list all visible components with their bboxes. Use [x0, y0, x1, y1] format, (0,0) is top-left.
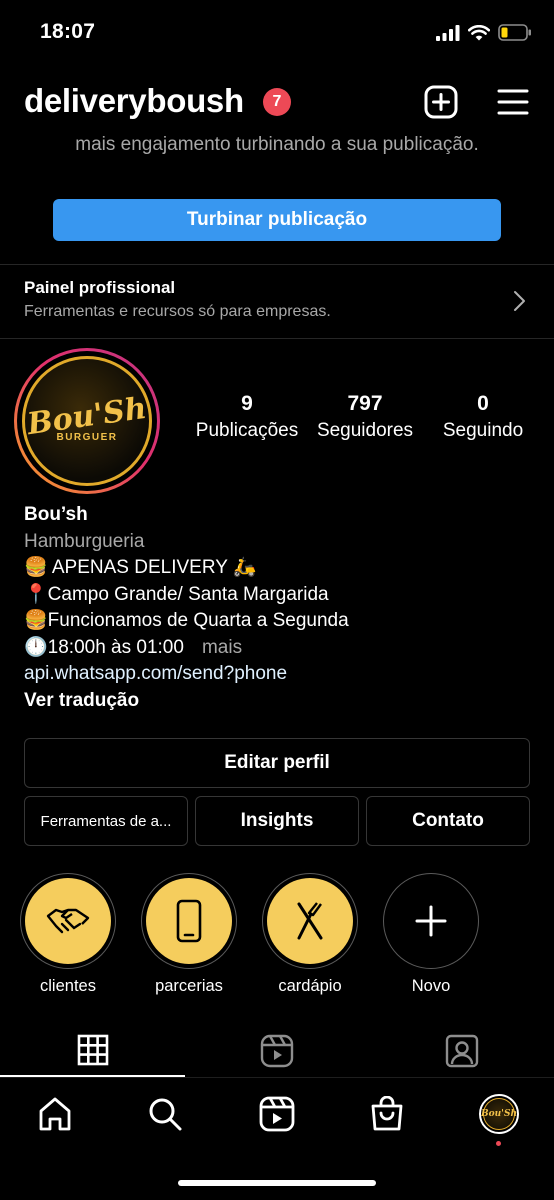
content-tabs: [0, 1030, 554, 1076]
hamburger-menu-icon[interactable]: [497, 87, 529, 117]
stat-posts[interactable]: 9 Publicações: [192, 392, 302, 442]
profile-bio: Bou’sh Hamburgueria 🍔 APENAS DELIVERY 🛵 …: [24, 502, 534, 714]
stat-followers[interactable]: 797 Seguidores: [308, 392, 422, 442]
bio-line: 🕛18:00h às 01:00: [24, 636, 184, 658]
highlight-label: cardápio: [278, 977, 342, 995]
bio-line: 📍Campo Grande/ Santa Margarida: [24, 583, 329, 605]
bio-website-link[interactable]: api.whatsapp.com/send?phone: [24, 661, 534, 688]
edit-profile-button[interactable]: Editar perfil: [24, 738, 530, 788]
highlight-parcerias[interactable]: parcerias: [141, 873, 237, 996]
highlight-label: parcerias: [155, 977, 223, 995]
activity-dot: [496, 1141, 501, 1146]
signal-icon: [436, 24, 460, 41]
plus-icon: [415, 905, 447, 937]
highlight-label: Novo: [411, 977, 451, 995]
status-time: 18:07: [40, 20, 96, 43]
phone-icon: [176, 899, 202, 943]
stat-value: 0: [477, 392, 489, 415]
tagged-icon[interactable]: [445, 1034, 479, 1068]
divider: [0, 338, 554, 339]
panel-subtitle: Ferramentas e recursos só para empresas.: [24, 303, 331, 320]
search-icon[interactable]: [147, 1096, 183, 1132]
bio-more-link[interactable]: mais: [202, 637, 242, 658]
chevron-right-icon: [514, 291, 525, 311]
professional-dashboard-row[interactable]: Painel profissional Ferramentas e recurs…: [0, 266, 554, 338]
reels-icon[interactable]: [259, 1096, 295, 1132]
stat-label: Seguindo: [442, 420, 524, 441]
panel-title: Painel profissional: [24, 278, 176, 297]
profile-avatar-ring[interactable]: Bou'Sh BURGUER: [14, 348, 160, 494]
battery-low-icon: [498, 24, 531, 41]
see-translation-link[interactable]: Ver tradução: [24, 688, 534, 715]
stat-value: 9: [241, 392, 253, 415]
divider: [0, 264, 554, 265]
bio-line: 🍔 APENAS DELIVERY 🛵: [24, 557, 257, 578]
shop-icon[interactable]: [370, 1096, 404, 1132]
home-indicator[interactable]: [178, 1180, 376, 1186]
home-icon[interactable]: [37, 1096, 73, 1132]
status-bar: 18:07: [0, 0, 554, 66]
highlight-new[interactable]: Novo: [383, 873, 479, 996]
notification-badge: 7: [263, 88, 291, 116]
bio-name: Bou’sh: [24, 504, 88, 525]
stat-value: 797: [347, 392, 383, 415]
ad-tools-button[interactable]: Ferramentas de a...: [24, 796, 188, 846]
fork-knife-icon: [297, 902, 323, 940]
highlight-cardapio[interactable]: cardápio: [262, 873, 358, 996]
profile-header: deliveryboush 7: [0, 80, 554, 130]
wifi-icon: [468, 24, 490, 40]
plus-square-icon[interactable]: [424, 85, 458, 119]
insights-button[interactable]: Insights: [195, 796, 359, 846]
avatar: Bou'Sh BURGUER: [22, 356, 152, 486]
profile-tab-avatar[interactable]: Bou'Sh: [479, 1094, 519, 1134]
stat-label: Publicações: [195, 420, 299, 441]
reels-tab-icon[interactable]: [260, 1034, 294, 1068]
username-title[interactable]: deliveryboush: [24, 82, 244, 120]
grid-icon[interactable]: [77, 1034, 109, 1066]
bio-line: 🍔Funcionamos de Quarta a Segunda: [24, 610, 349, 631]
boost-promo-text: mais engajamento turbinando a sua public…: [75, 134, 479, 155]
handshake-icon: [46, 908, 90, 934]
status-icons: [436, 24, 532, 41]
stat-label: Seguidores: [316, 420, 414, 441]
contact-button[interactable]: Contato: [366, 796, 530, 846]
highlight-label: clientes: [40, 977, 96, 995]
bio-category: Hamburgueria: [24, 530, 145, 552]
highlight-clientes[interactable]: clientes: [20, 873, 116, 996]
boost-post-button[interactable]: Turbinar publicação: [53, 199, 501, 241]
avatar: Bou'Sh: [481, 1098, 517, 1130]
stat-following[interactable]: 0 Seguindo: [434, 392, 532, 442]
